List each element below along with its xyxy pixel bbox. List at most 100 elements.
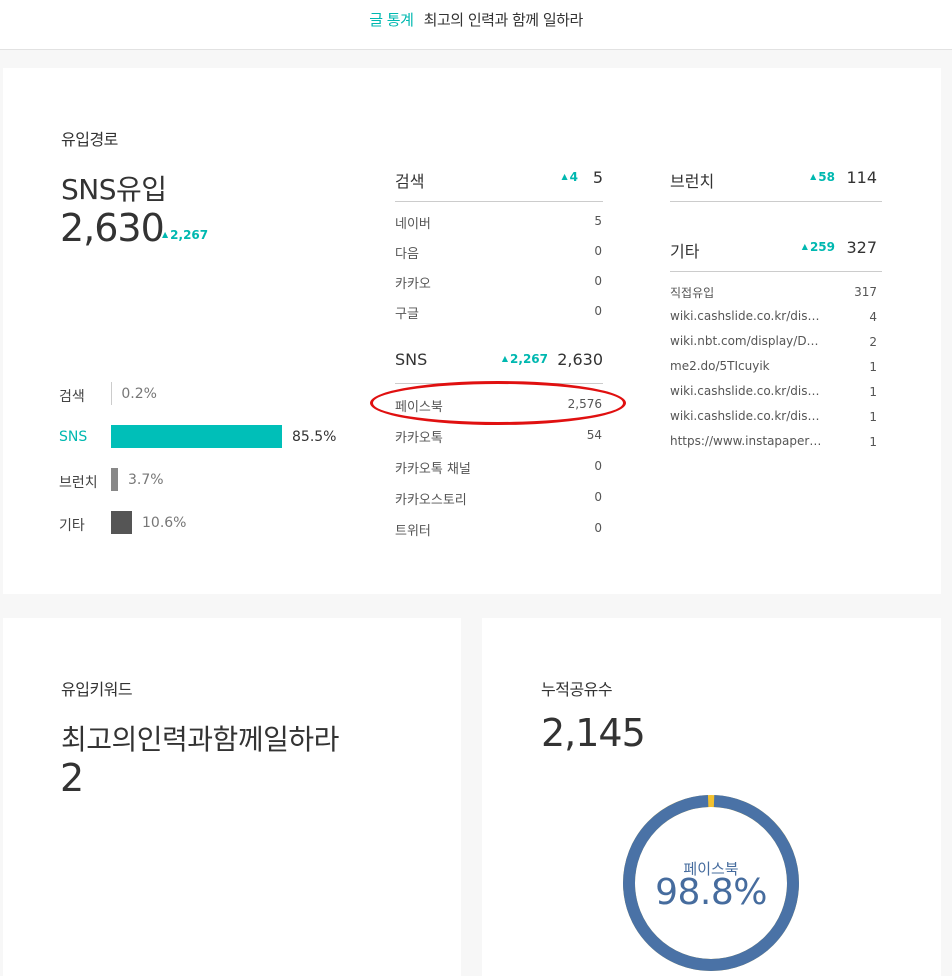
search-delta: ▲ 4 <box>561 170 578 184</box>
list-item[interactable]: wiki.nbt.com/display/D… 2 <box>670 332 877 352</box>
bar-percent: 3.7% <box>128 472 164 488</box>
list-item-count: 54 <box>586 428 602 442</box>
list-item-count: 2 <box>869 335 877 349</box>
list-item-count: 0 <box>594 304 602 318</box>
up-arrow-icon: ▲ <box>162 230 169 239</box>
shares-total: 2,145 <box>541 711 646 755</box>
list-item-name: 직접유입 <box>670 286 715 300</box>
donut-center-percent: 98.8% <box>655 872 767 913</box>
list-item-name: 다음 <box>395 247 419 262</box>
keyword-text: 최고의인력과함께일하라 <box>61 723 339 756</box>
keyword-section-label: 유입키워드 <box>61 680 133 699</box>
list-item-name: me2.do/5TIcuyik <box>670 359 770 373</box>
list-item[interactable]: wiki.cashslide.co.kr/dis… 4 <box>670 307 877 327</box>
brunch-delta-value: 58 <box>818 170 835 184</box>
list-item-name: 네이버 <box>395 217 431 232</box>
list-item-name: 트위터 <box>395 524 431 539</box>
list-item-name: 카카오스토리 <box>395 493 467 508</box>
list-item-count: 1 <box>869 410 877 424</box>
list-item-count: 0 <box>594 244 602 258</box>
inflow-main-value: 2,630 <box>60 206 165 250</box>
search-delta-value: 4 <box>569 170 578 184</box>
bar-label: SNS <box>59 429 88 445</box>
list-item-count: 5 <box>594 214 602 228</box>
list-item-count: 0 <box>594 490 602 504</box>
list-item[interactable]: 카카오톡 54 <box>395 425 602 446</box>
list-item-count: 0 <box>594 459 602 473</box>
up-arrow-icon: ▲ <box>501 354 509 363</box>
inflow-bar-row[interactable]: 브런치 3.7% <box>59 468 359 492</box>
list-item[interactable]: 카카오 0 <box>395 271 602 292</box>
list-item-count: 0 <box>594 521 602 535</box>
list-item-count: 4 <box>869 310 877 324</box>
bar-percent: 0.2% <box>121 386 157 402</box>
other-delta-value: 259 <box>809 240 835 254</box>
list-item-count: 317 <box>854 285 877 299</box>
other-delta: ▲ 259 <box>802 240 835 254</box>
sns-column-header[interactable]: SNS ▲ 2,267 2,630 <box>395 346 603 384</box>
shares-section-label: 누적공유수 <box>541 680 613 699</box>
list-item-name: wiki.cashslide.co.kr/dis… <box>670 309 820 323</box>
list-item-name: https://www.instapaper… <box>670 434 822 448</box>
bar-fill <box>111 511 132 534</box>
list-item[interactable]: 카카오스토리 0 <box>395 487 602 508</box>
keyword-count: 2 <box>60 756 84 800</box>
up-arrow-icon: ▲ <box>561 172 568 181</box>
list-item-count: 1 <box>869 360 877 374</box>
inflow-bar-row[interactable]: SNS 85.5% <box>59 425 359 449</box>
list-item[interactable]: 카카오톡 채널 0 <box>395 456 602 477</box>
other-column-header[interactable]: 기타 ▲ 259 327 <box>670 234 882 272</box>
search-column-header[interactable]: 검색 ▲ 4 5 <box>395 164 603 202</box>
sns-delta: ▲ 2,267 <box>502 352 548 366</box>
top-bar: 글 통계 최고의 인력과 함께 일하라 <box>0 0 952 50</box>
list-item[interactable]: 구글 0 <box>395 301 602 322</box>
list-item-count: 1 <box>869 385 877 399</box>
sns-column-name: SNS <box>395 350 428 369</box>
inflow-bar-row[interactable]: 검색 0.2% <box>59 382 359 406</box>
list-item-name: 카카오 <box>395 277 431 292</box>
brunch-column-name: 브런치 <box>670 172 715 191</box>
list-item-name: wiki.cashslide.co.kr/dis… <box>670 409 820 423</box>
inflow-main-delta: ▲ 2,267 <box>162 228 208 242</box>
list-item[interactable]: https://www.instapaper… 1 <box>670 432 877 452</box>
stats-category-label: 글 통계 <box>369 11 414 29</box>
bar-label: 브런치 <box>59 475 98 491</box>
up-arrow-icon: ▲ <box>810 172 817 181</box>
bar-percent: 10.6% <box>142 515 187 531</box>
up-arrow-icon: ▲ <box>801 242 808 251</box>
other-total: 327 <box>846 238 877 257</box>
list-item-name: wiki.nbt.com/display/D… <box>670 334 819 348</box>
inflow-main-delta-value: 2,267 <box>170 228 209 242</box>
bar-percent: 85.5% <box>292 429 337 445</box>
search-total: 5 <box>592 168 603 187</box>
brunch-delta: ▲ 58 <box>810 170 835 184</box>
list-item[interactable]: wiki.cashslide.co.kr/dis… 1 <box>670 407 877 427</box>
post-title: 최고의 인력과 함께 일하라 <box>423 11 584 29</box>
sns-delta-value: 2,267 <box>510 352 548 366</box>
bar-fill <box>111 468 118 491</box>
list-item[interactable]: 네이버 5 <box>395 211 602 232</box>
list-item-name: 카카오톡 채널 <box>395 462 471 477</box>
bar-label: 검색 <box>59 389 85 405</box>
search-column-name: 검색 <box>395 172 425 191</box>
list-item-count: 0 <box>594 274 602 288</box>
list-item-name: wiki.cashslide.co.kr/dis… <box>670 384 820 398</box>
list-item[interactable]: 트위터 0 <box>395 518 602 539</box>
list-item[interactable]: 다음 0 <box>395 241 602 262</box>
brunch-total: 114 <box>846 168 877 187</box>
other-column-name: 기타 <box>670 242 700 261</box>
inflow-main-label: SNS유입 <box>61 173 167 206</box>
list-item-name: 카카오톡 <box>395 431 443 446</box>
annotation-circle <box>370 381 626 425</box>
inflow-section-label: 유입경로 <box>61 130 118 149</box>
sns-total: 2,630 <box>557 350 603 369</box>
list-item[interactable]: me2.do/5TIcuyik 1 <box>670 357 877 377</box>
bar-fill <box>111 425 282 448</box>
post-title-line: 글 통계 최고의 인력과 함께 일하라 <box>0 9 952 30</box>
bar-label: 기타 <box>59 518 85 534</box>
brunch-column-header[interactable]: 브런치 ▲ 58 114 <box>670 164 882 202</box>
inflow-bar-row[interactable]: 기타 10.6% <box>59 511 359 535</box>
list-item-count: 1 <box>869 435 877 449</box>
list-item[interactable]: wiki.cashslide.co.kr/dis… 1 <box>670 382 877 402</box>
list-item[interactable]: 직접유입 317 <box>670 282 877 302</box>
